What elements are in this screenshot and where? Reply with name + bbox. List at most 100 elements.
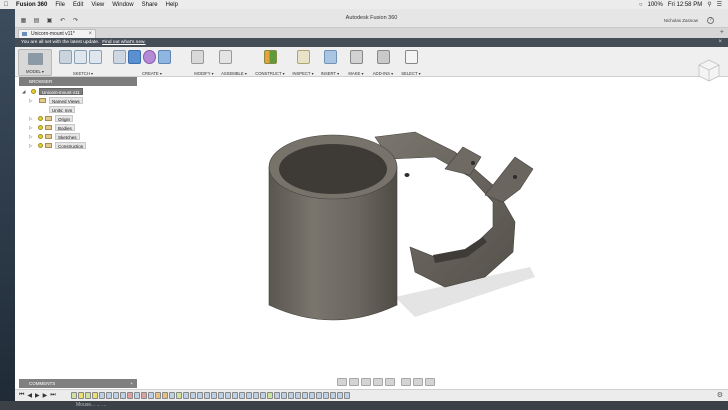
menu-window[interactable]: Window [108,2,137,8]
document-tab[interactable]: Unicorn-mount v11* × [18,29,96,38]
menu-share[interactable]: Share [138,2,162,8]
visibility-bulb-icon[interactable] [38,143,43,148]
fit-icon[interactable] [385,378,395,386]
timeline-feature-extrude[interactable] [239,392,245,399]
orbit-icon[interactable] [337,378,347,386]
close-tab-icon[interactable]: × [88,30,92,38]
grid-settings-icon[interactable] [413,378,423,386]
tree-node-sketches[interactable]: ▷ Sketches [19,132,137,141]
timeline-feature-extrude[interactable] [225,392,231,399]
timeline-feature-extrude[interactable] [295,392,301,399]
sketch-icon[interactable] [59,50,72,64]
timeline-feature-extrude[interactable] [260,392,266,399]
timeline-feature-fillet[interactable] [127,392,133,399]
zoom-icon[interactable] [373,378,383,386]
timeline-feature-extrude[interactable] [274,392,280,399]
go-to-start-icon[interactable]: ⏮ [19,392,24,399]
battery-level[interactable]: 100% [647,2,662,8]
sphere-icon[interactable] [143,50,156,64]
expand-icon[interactable]: ▷ [29,123,32,132]
timeline-feature-extrude[interactable] [134,392,140,399]
menu-edit[interactable]: Edit [69,2,87,8]
tree-node-bodies[interactable]: ▷ Bodies [19,123,137,132]
joint-icon[interactable] [219,50,232,64]
timeline-feature-extrude[interactable] [288,392,294,399]
menu-list-icon[interactable]: ☰ [717,1,722,8]
rectangle-icon[interactable] [89,50,102,64]
addins-group[interactable]: ADD-INS ▾ [369,50,397,76]
timeline-feature-sketch[interactable] [176,392,182,399]
arc-icon[interactable] [74,50,87,64]
add-comment-icon[interactable]: + [130,379,133,388]
make-group[interactable]: MAKE ▾ [345,50,367,76]
gear-icon[interactable]: ⚙ [717,391,723,399]
timeline-feature-extrude[interactable] [309,392,315,399]
close-notice-icon[interactable]: × [718,38,722,47]
timeline-feature-extrude[interactable] [218,392,224,399]
apple-icon[interactable]:  [0,2,12,8]
timeline-feature-extrude[interactable] [330,392,336,399]
play-icon[interactable]: ▶ [35,392,40,399]
expand-icon[interactable]: ▷ [29,114,32,123]
timeline-feature-sketch[interactable] [85,392,91,399]
timeline-feature-extrude[interactable] [337,392,343,399]
search-icon[interactable]: ⚲ [707,1,711,8]
select-group[interactable]: SELECT ▾ [399,50,423,76]
menu-app-name[interactable]: Fusion 360 [12,2,51,8]
box-icon[interactable] [128,50,141,64]
timeline-feature-extrude[interactable] [148,392,154,399]
timeline-feature-extrude[interactable] [204,392,210,399]
timeline-feature-extrude[interactable] [99,392,105,399]
step-back-icon[interactable]: ◀ [27,392,32,399]
expand-icon[interactable]: ▷ [29,141,32,150]
timeline-feature-extrude[interactable] [232,392,238,399]
menu-view[interactable]: View [87,2,108,8]
modify-group[interactable]: MODIFY ▾ [191,50,217,76]
display-settings-icon[interactable] [401,378,411,386]
timeline-feature-extrude[interactable] [323,392,329,399]
viewcube-icon[interactable] [696,57,722,83]
pan-icon[interactable] [361,378,371,386]
create-group[interactable]: CREATE ▾ [113,50,191,76]
timeline-feature-sketch[interactable] [92,392,98,399]
timeline-feature-extrude[interactable] [302,392,308,399]
timeline-feature-sketch[interactable] [78,392,84,399]
timeline-feature-extrude[interactable] [120,392,126,399]
offset-plane-icon[interactable] [263,50,277,64]
comments-panel[interactable]: COMMENTS + [19,379,137,388]
go-to-end-icon[interactable]: ⏭ [50,392,55,399]
assemble-group[interactable]: ASSEMBLE ▾ [219,50,249,76]
timeline-feature-combine[interactable] [155,392,161,399]
timeline-feature-extrude[interactable] [197,392,203,399]
visibility-bulb-icon[interactable] [38,116,43,121]
wifi-icon[interactable]: ○ [639,2,643,8]
timeline-feature-extrude[interactable] [281,392,287,399]
tree-node-construction[interactable]: ▷ Construction [19,141,137,150]
form-icon[interactable] [158,50,171,64]
timeline-feature-extrude[interactable] [183,392,189,399]
visibility-bulb-icon[interactable] [38,125,43,130]
browser-header[interactable]: BROWSER [19,77,137,86]
construct-group[interactable]: CONSTRUCT ▾ [253,50,287,76]
timeline-feature-sketch[interactable] [267,392,273,399]
timeline-feature-extrude[interactable] [246,392,252,399]
viewports-icon[interactable] [425,378,435,386]
inspect-group[interactable]: INSPECT ▾ [291,50,315,76]
whats-new-link[interactable]: Find out what's new. [102,40,145,45]
measure-icon[interactable] [296,50,310,64]
menu-help[interactable]: Help [162,2,182,8]
collapse-icon[interactable]: ◢ [22,87,25,96]
timeline-feature-extrude[interactable] [190,392,196,399]
look-at-icon[interactable] [349,378,359,386]
insert-image-icon[interactable] [323,50,337,64]
timeline-feature-extrude[interactable] [316,392,322,399]
timeline-feature-sketch[interactable] [71,392,77,399]
timeline-feature-extrude[interactable] [344,392,350,399]
sketch-group[interactable]: SKETCH ▾ [59,50,107,76]
timeline-feature-extrude[interactable] [106,392,112,399]
insert-group[interactable]: INSERT ▾ [317,50,343,76]
tree-node-units[interactable]: Units: mm [19,105,137,114]
step-forward-icon[interactable]: ▶ [43,392,48,399]
visibility-bulb-icon[interactable] [38,134,43,139]
menu-file[interactable]: File [51,2,69,8]
